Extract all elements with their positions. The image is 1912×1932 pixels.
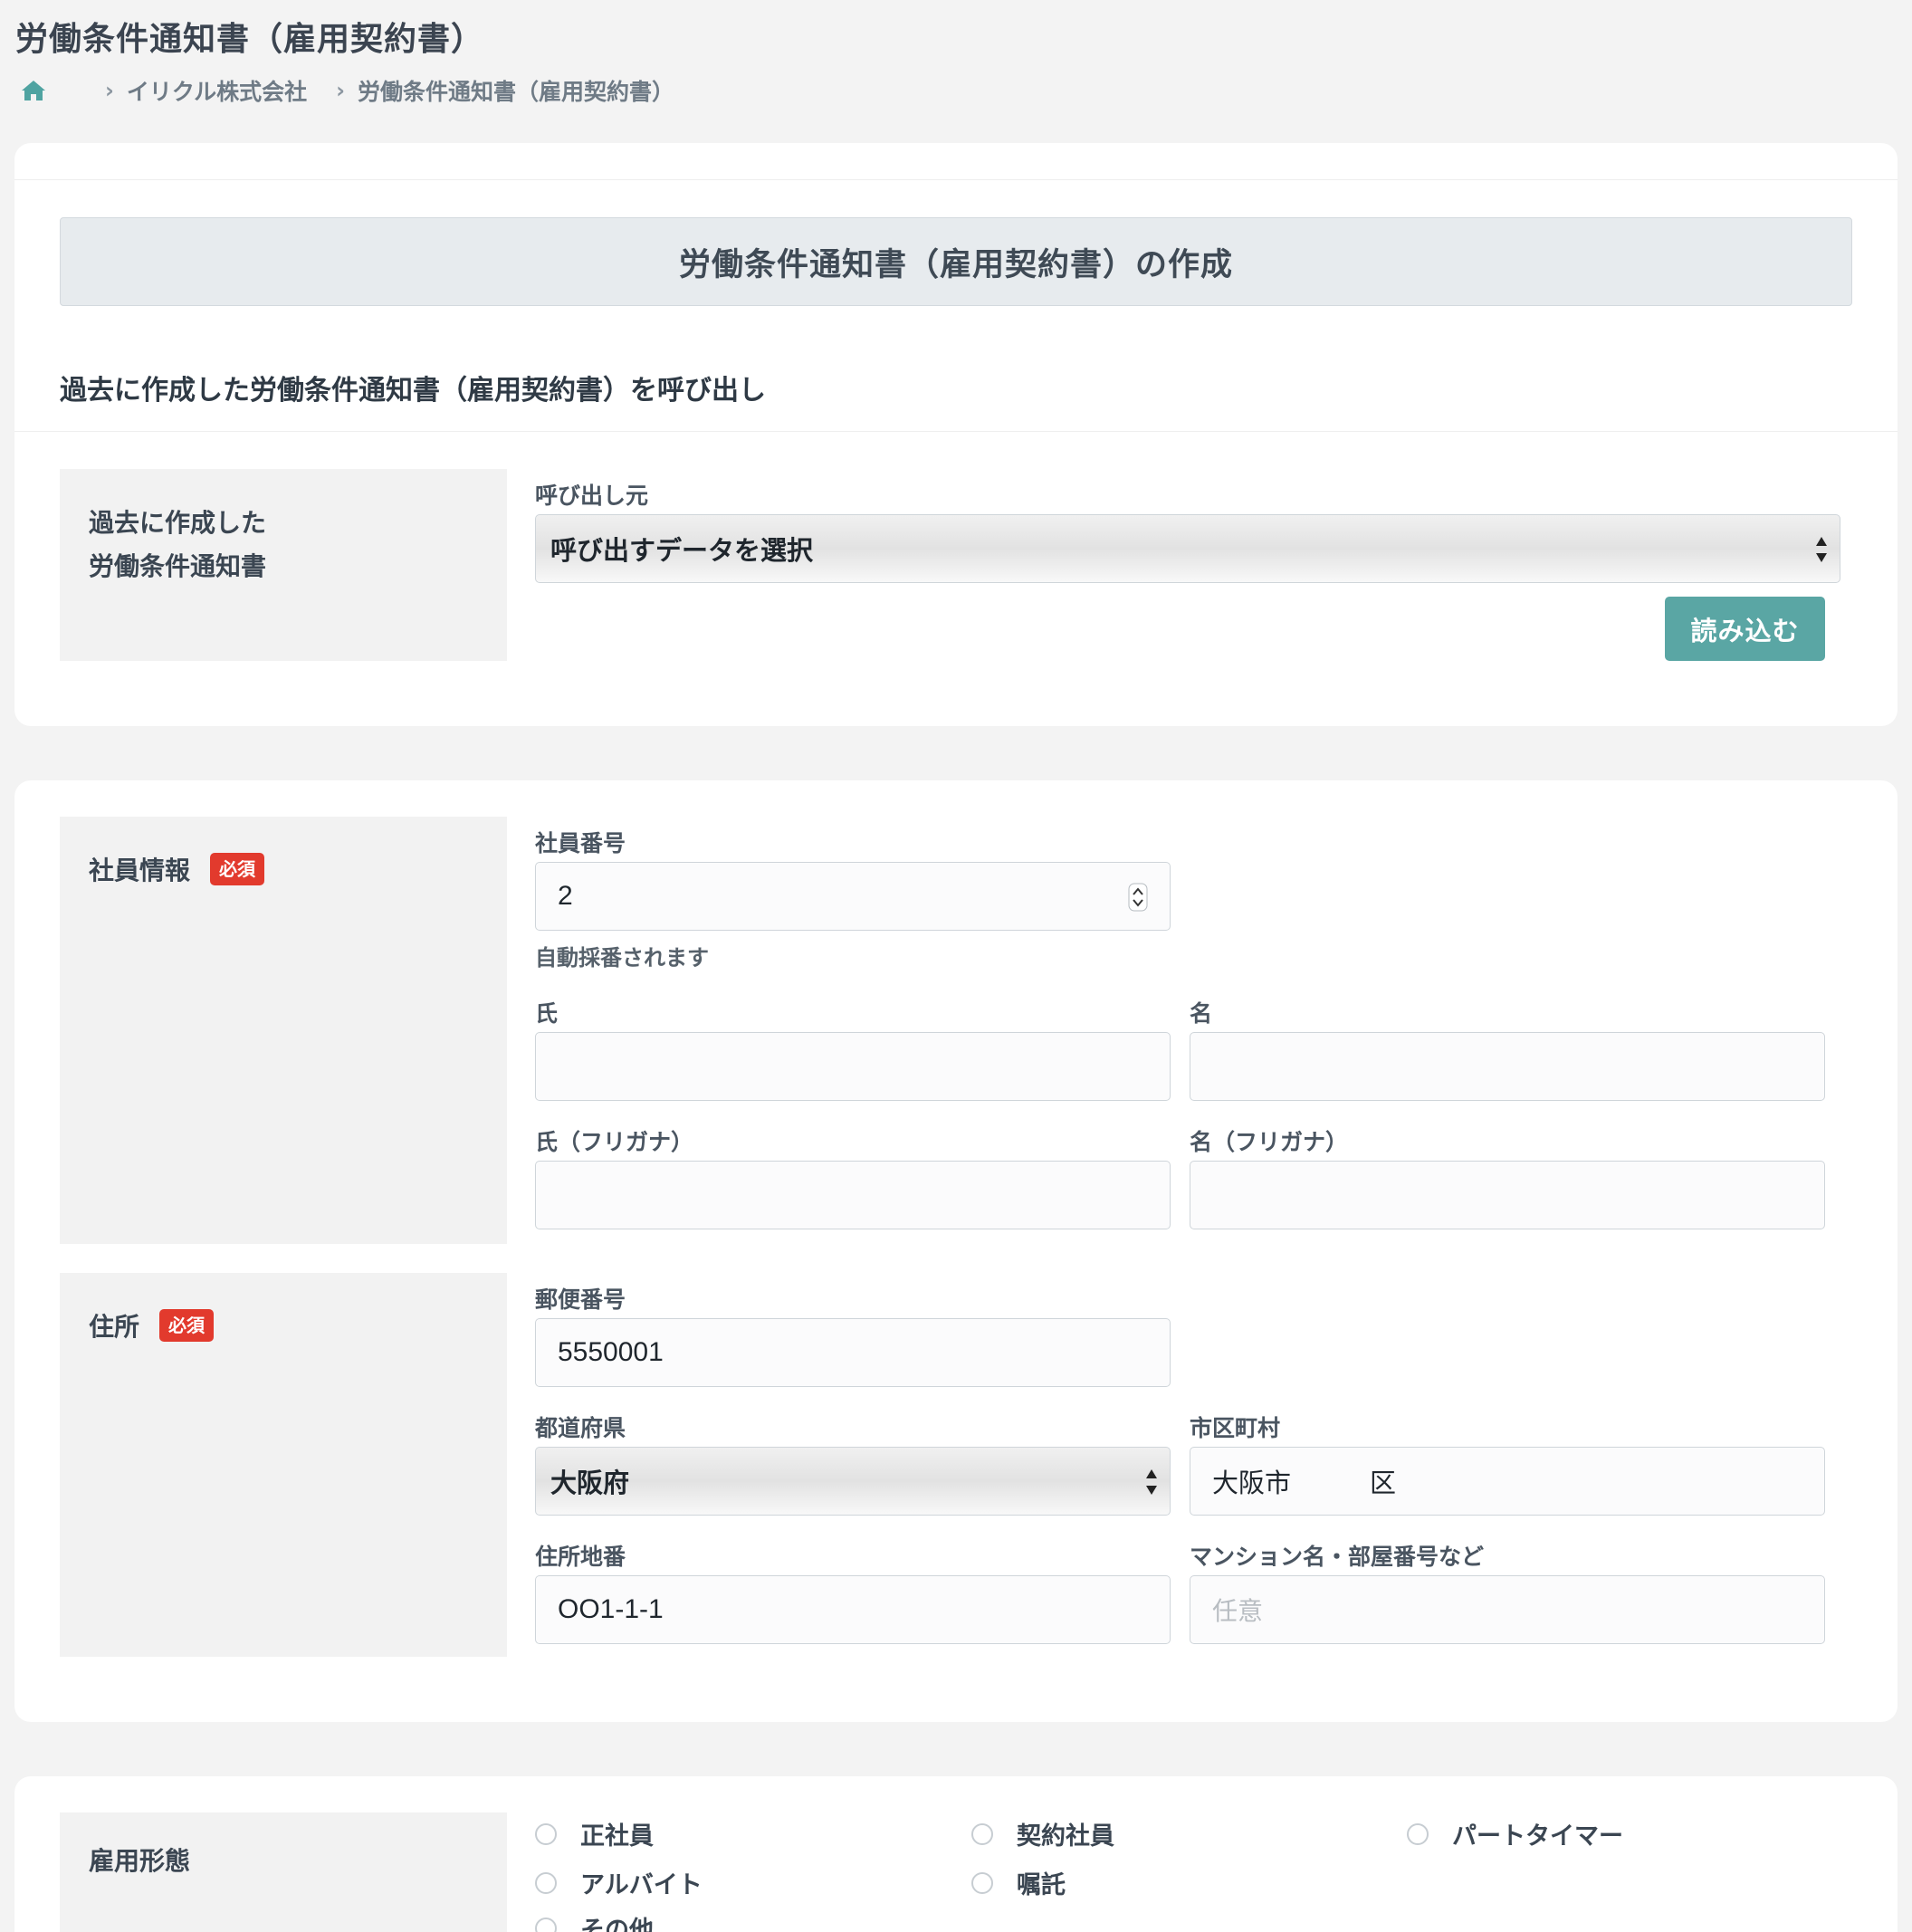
employee-label: 社員情報 [89,856,191,885]
source-select-value: 呼び出すデータを選択 [550,535,814,566]
recall-section-heading: 過去に作成した労働条件通知書（雇用契約書）を呼び出し [60,375,766,406]
city-value: 大阪市 区 [1212,1468,1397,1498]
radio-label: パートタイマー [1452,1822,1623,1851]
last-name-kana-label: 氏（フリガナ） [535,1129,694,1155]
street-label: 住所地番 [535,1544,626,1570]
divider [14,179,1898,180]
radio-label: 契約社員 [1017,1822,1114,1851]
address-label-box: 住所 必須 [60,1273,507,1657]
employee-number-label: 社員番号 [535,830,626,856]
radio-circle[interactable] [971,1871,993,1894]
last-name-kana-input[interactable] [535,1161,1171,1229]
first-name-input[interactable] [1190,1032,1825,1101]
building-label: マンション名・部屋番号など [1190,1544,1485,1570]
employee-number-input[interactable]: 2 [535,862,1171,931]
prefecture-value: 大阪府 [550,1468,630,1498]
chevron-right-icon: › [105,78,114,103]
building-input[interactable]: 任意 [1190,1575,1825,1644]
last-name-label: 氏 [535,1000,559,1027]
employee-card: 社員情報 必須 社員番号 2 自動採番されます 氏 名 氏（フリガナ） 名（フリガ… [14,780,1898,1722]
radio-part-timer[interactable]: パートタイマー [1407,1816,1623,1851]
prefecture-label: 都道府県 [535,1415,626,1441]
radio-circle[interactable] [971,1822,993,1845]
radio-label: アルバイト [580,1871,703,1899]
recall-label-line2: 労働条件通知書 [89,551,267,581]
source-label: 呼び出し元 [535,483,649,509]
required-badge: 必須 [210,853,265,885]
radio-shokutaku[interactable]: 嘱託 [971,1865,1066,1900]
recall-card: 労働条件通知書（雇用契約書）の作成 過去に作成した労働条件通知書（雇用契約書）を… [14,143,1898,726]
employment-card: 雇用形態 正社員 契約社員 パートタイマー アルバイト 嘱託 その他 [14,1776,1898,1932]
postal-code-input[interactable]: 5550001 [535,1318,1171,1387]
employment-label: 雇用形態 [89,1846,191,1876]
recall-label-line1: 過去に作成した [89,508,267,538]
address-label: 住所 [89,1312,140,1342]
breadcrumb: › イリクル株式会社 › 労働条件通知書（雇用契約書） [20,74,674,107]
radio-label: 嘱託 [1017,1871,1066,1899]
chevron-right-icon: › [336,78,346,103]
radio-circle[interactable] [535,1871,557,1894]
radio-label: その他 [580,1917,654,1932]
radio-regular[interactable]: 正社員 [535,1816,654,1851]
radio-circle[interactable] [1407,1822,1429,1845]
form-banner: 労働条件通知書（雇用契約書）の作成 [60,217,1852,306]
street-input[interactable]: OO1-1-1 [535,1575,1171,1644]
postal-code-label: 郵便番号 [535,1286,626,1313]
city-input[interactable]: 大阪市 区 [1190,1447,1825,1516]
page-title: 労働条件通知書（雇用契約書） [15,21,485,58]
sort-arrows-icon [1146,1469,1157,1495]
breadcrumb-company[interactable]: イリクル株式会社 [127,74,307,107]
first-name-label: 名 [1190,1000,1213,1027]
radio-other[interactable]: その他 [535,1910,654,1932]
employee-number-hint: 自動採番されます [535,945,709,971]
spinner-arrows-icon[interactable] [1128,883,1148,912]
home-icon[interactable] [20,76,53,105]
prefecture-select[interactable]: 大阪府 [535,1447,1171,1516]
radio-circle[interactable] [535,1822,557,1845]
radio-label: 正社員 [580,1822,654,1851]
city-label: 市区町村 [1190,1415,1281,1441]
radio-arbeit[interactable]: アルバイト [535,1865,703,1900]
breadcrumb-current: 労働条件通知書（雇用契約書） [358,79,675,105]
postal-code-value: 5550001 [558,1337,664,1367]
street-value: OO1-1-1 [558,1594,664,1624]
building-placeholder: 任意 [1212,1596,1264,1626]
first-name-kana-input[interactable] [1190,1161,1825,1229]
recall-label-box: 過去に作成した 労働条件通知書 [60,469,507,661]
radio-contract[interactable]: 契約社員 [971,1816,1114,1851]
source-select[interactable]: 呼び出すデータを選択 [535,514,1840,583]
divider [14,431,1898,432]
required-badge: 必須 [159,1309,215,1342]
last-name-input[interactable] [535,1032,1171,1101]
employee-number-value: 2 [558,881,573,911]
first-name-kana-label: 名（フリガナ） [1190,1129,1349,1155]
employment-label-box: 雇用形態 [60,1812,507,1932]
employee-label-box: 社員情報 必須 [60,817,507,1244]
radio-circle[interactable] [535,1917,557,1932]
load-button[interactable]: 読み込む [1665,597,1825,661]
sort-arrows-icon [1816,537,1827,562]
